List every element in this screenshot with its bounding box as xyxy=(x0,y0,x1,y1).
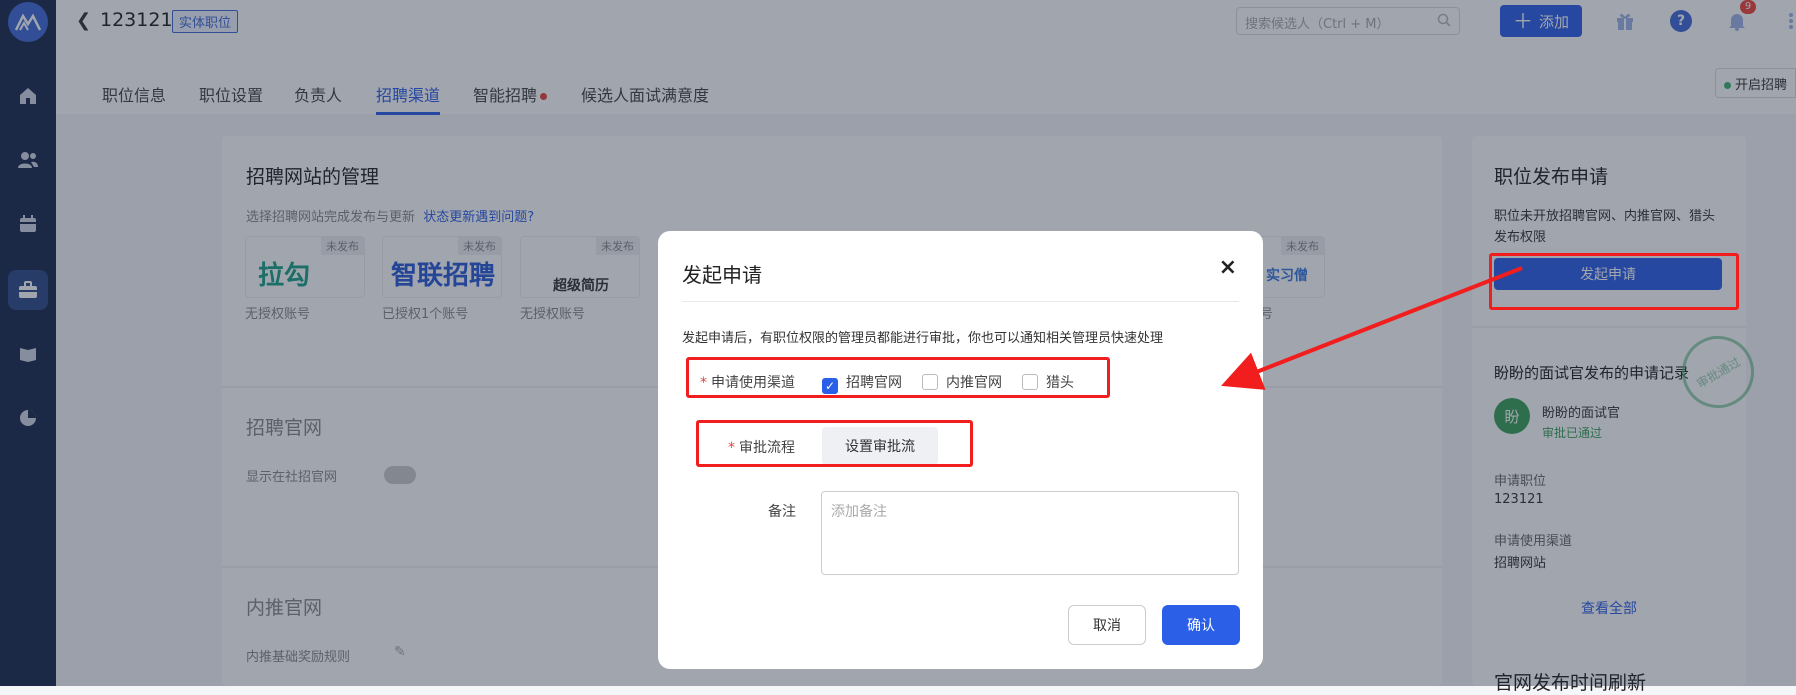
annotation-arrow-icon xyxy=(1221,266,1523,390)
